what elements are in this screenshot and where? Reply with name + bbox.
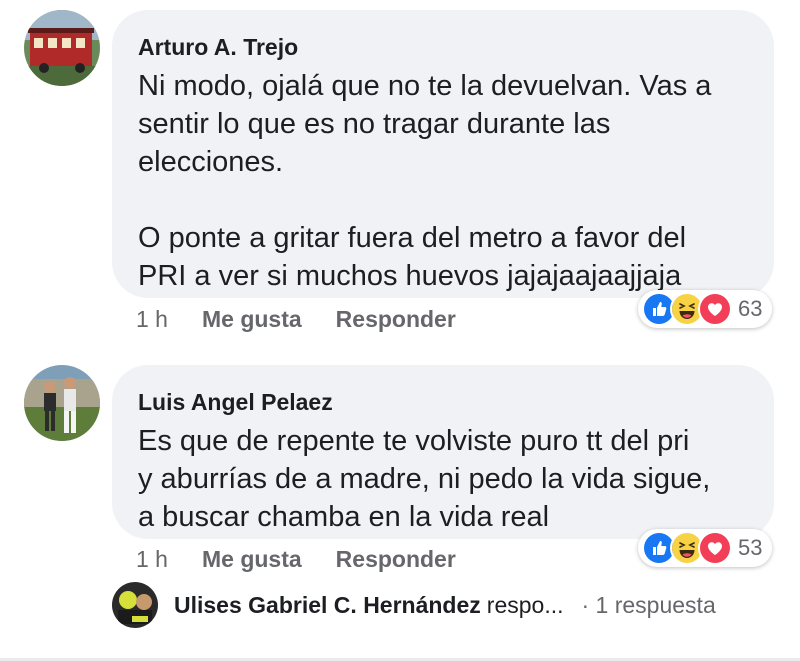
comment-actions: 1 h Me gusta Responder [136,306,490,333]
comment-timestamp[interactable]: 1 h [136,546,168,573]
reply-author[interactable]: Ulises Gabriel C. Hernández [174,592,481,619]
comment-bubble: Luis Angel Pelaez Es que de repente te v… [112,365,774,539]
comment-actions: 1 h Me gusta Responder [136,546,490,573]
reaction-count: 63 [738,296,763,321]
reactions-summary[interactable]: 53 [638,529,773,567]
comment-author[interactable]: Arturo A. Trejo [138,34,748,61]
love-icon [698,292,732,326]
reaction-count: 53 [738,535,763,560]
reactions-summary[interactable]: 63 [638,290,773,328]
reply-verb: respo... [486,591,564,618]
like-button[interactable]: Me gusta [202,306,302,333]
replies-link[interactable]: Ulises Gabriel C. Hernández respo... · 1… [112,582,716,628]
comment-text: Ni modo, ojalá que no te la devuelvan. V… [138,70,712,292]
avatar[interactable] [24,365,100,441]
comment-author[interactable]: Luis Angel Pelaez [138,389,748,416]
comment-text: Es que de repente te volviste puro tt de… [138,425,711,533]
comment-timestamp[interactable]: 1 h [136,306,168,333]
train-photo-icon [24,10,100,86]
people-photo-icon [24,365,100,441]
love-icon [698,531,732,565]
reply-button[interactable]: Responder [336,546,456,573]
avatar[interactable] [24,10,100,86]
avatar [112,582,158,628]
reply-count[interactable]: · 1 respuesta [582,592,716,619]
reply-button[interactable]: Responder [336,306,456,333]
reply-avatar-photo-icon [112,582,158,628]
comment-bubble: Arturo A. Trejo Ni modo, ojalá que no te… [112,10,774,298]
like-button[interactable]: Me gusta [202,546,302,573]
